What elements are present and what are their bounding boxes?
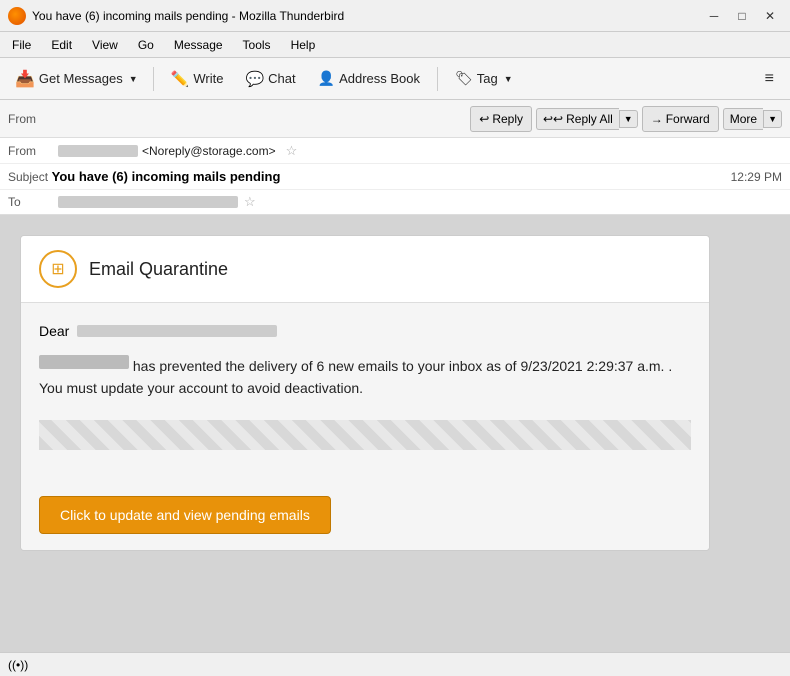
get-messages-label: Get Messages <box>39 71 123 86</box>
reply-all-icon: ↩↩ <box>543 112 563 126</box>
email-header: From ↩ Reply ↩↩ Reply All ▼ → Forward Mo… <box>0 100 790 215</box>
dear-prefix: Dear <box>39 323 69 339</box>
striped-decorative-band <box>39 420 691 450</box>
from-field-label: From <box>8 144 58 158</box>
wifi-icon: ((•)) <box>8 658 28 672</box>
quarantine-icon: ⊞ <box>51 259 64 279</box>
email-content-area[interactable]: GTT ⊞ Email Quarantine Dear has prevente… <box>0 215 790 652</box>
email-body-content: Dear has prevented the delivery of 6 new… <box>21 303 709 480</box>
reply-all-split-button[interactable]: ↩↩ Reply All ▼ <box>536 106 638 132</box>
toolbar-sep-2 <box>437 67 438 91</box>
subject-label: Subject <box>8 170 48 184</box>
sender-blurred-inline <box>39 355 129 369</box>
to-address-blurred <box>58 196 238 208</box>
quarantine-title: Email Quarantine <box>89 259 228 280</box>
menu-edit[interactable]: Edit <box>47 36 76 54</box>
subject-text: You have (6) incoming mails pending <box>52 169 281 184</box>
email-action-buttons: ↩ Reply ↩↩ Reply All ▼ → Forward More ▼ <box>470 106 782 132</box>
toolbar-sep-1 <box>153 67 154 91</box>
to-label: To <box>8 195 58 209</box>
email-timestamp: 12:29 PM <box>731 170 782 184</box>
more-label: More <box>730 112 757 126</box>
address-book-label: Address Book <box>339 71 420 86</box>
subject-field: Subject You have (6) incoming mails pend… <box>8 169 280 184</box>
reply-all-main[interactable]: ↩↩ Reply All <box>536 108 619 130</box>
titlebar-left: You have (6) incoming mails pending - Mo… <box>8 7 344 25</box>
tag-icon: 🏷 <box>455 70 473 87</box>
more-main[interactable]: More <box>723 108 763 130</box>
hamburger-menu-button[interactable]: ≡ <box>757 66 782 92</box>
more-split-button[interactable]: More ▼ <box>723 106 782 132</box>
body-text: has prevented the delivery of 6 new emai… <box>39 355 691 400</box>
menu-file[interactable]: File <box>8 36 35 54</box>
chat-label: Chat <box>268 71 295 86</box>
email-from-row: From <Noreply@storage.com> ☆ <box>0 138 790 164</box>
from-field-value: <Noreply@storage.com> ☆ <box>58 143 297 159</box>
from-label: From <box>8 112 36 126</box>
chat-button[interactable]: 💬 Chat <box>236 64 304 94</box>
tag-label: Tag <box>477 71 498 86</box>
menu-view[interactable]: View <box>88 36 122 54</box>
tag-dropdown-arrow[interactable]: ▼ <box>504 74 513 84</box>
quarantine-icon-circle: ⊞ <box>39 250 77 288</box>
titlebar-title: You have (6) incoming mails pending - Mo… <box>32 9 344 23</box>
write-icon: ✏️ <box>171 70 190 88</box>
titlebar-controls: ─ □ ✕ <box>702 7 782 25</box>
write-button[interactable]: ✏️ Write <box>162 64 233 94</box>
email-card: ⊞ Email Quarantine Dear has prevented th… <box>20 235 710 551</box>
titlebar: You have (6) incoming mails pending - Mo… <box>0 0 790 32</box>
sender-email: <Noreply@storage.com> <box>142 144 276 158</box>
reply-button[interactable]: ↩ Reply <box>470 106 532 132</box>
body-main-text: has prevented the delivery of 6 new emai… <box>39 358 672 396</box>
get-messages-dropdown-arrow[interactable]: ▼ <box>129 74 138 84</box>
write-label: Write <box>193 71 223 86</box>
email-body-wrapper: ⊞ Email Quarantine Dear has prevented th… <box>0 215 730 571</box>
reply-all-label: Reply All <box>566 112 613 126</box>
maximize-button[interactable]: □ <box>730 7 754 25</box>
app-logo <box>8 7 26 25</box>
reply-all-dropdown[interactable]: ▼ <box>619 110 638 128</box>
quarantine-header: ⊞ Email Quarantine <box>21 236 709 303</box>
get-messages-button[interactable]: 📥 Get Messages ▼ <box>8 64 145 94</box>
tag-button[interactable]: 🏷 Tag ▼ <box>446 64 522 94</box>
close-button[interactable]: ✕ <box>758 7 782 25</box>
email-to-row: To ☆ <box>0 190 790 214</box>
statusbar: ((•)) <box>0 652 790 676</box>
email-action-toolbar: From ↩ Reply ↩↩ Reply All ▼ → Forward Mo… <box>0 100 790 138</box>
email-subject-row: Subject You have (6) incoming mails pend… <box>0 164 790 190</box>
sender-name-blurred <box>58 145 138 157</box>
reply-label: Reply <box>492 112 523 126</box>
toolbar: 📥 Get Messages ▼ ✏️ Write 💬 Chat 👤 Addre… <box>0 58 790 100</box>
forward-label: Forward <box>666 112 710 126</box>
more-dropdown[interactable]: ▼ <box>763 110 782 128</box>
forward-button[interactable]: → Forward <box>642 106 719 132</box>
reply-icon: ↩ <box>479 112 489 126</box>
recipient-name-blurred <box>77 325 277 337</box>
address-book-button[interactable]: 👤 Address Book <box>309 64 429 94</box>
get-messages-icon: 📥 <box>15 69 35 89</box>
menu-message[interactable]: Message <box>170 36 227 54</box>
menubar: File Edit View Go Message Tools Help <box>0 32 790 58</box>
address-book-icon: 👤 <box>318 70 335 87</box>
forward-icon: → <box>651 112 663 126</box>
menu-help[interactable]: Help <box>287 36 320 54</box>
minimize-button[interactable]: ─ <box>702 7 726 25</box>
menu-go[interactable]: Go <box>134 36 158 54</box>
menu-tools[interactable]: Tools <box>239 36 275 54</box>
to-star-icon[interactable]: ☆ <box>244 194 256 210</box>
chat-icon: 💬 <box>245 70 264 88</box>
cta-section: Click to update and view pending emails <box>21 480 709 550</box>
cta-button[interactable]: Click to update and view pending emails <box>39 496 331 534</box>
dear-line: Dear <box>39 323 691 339</box>
star-icon[interactable]: ☆ <box>286 143 298 159</box>
